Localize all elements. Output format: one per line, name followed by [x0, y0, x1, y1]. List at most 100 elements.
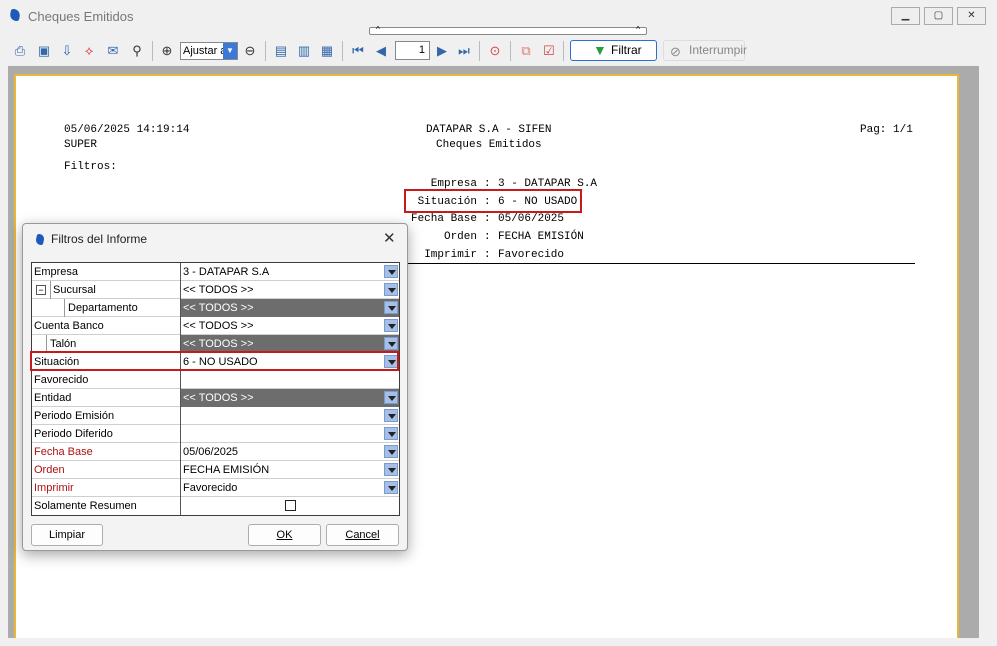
first-page-icon[interactable]: ⏮ — [349, 42, 367, 60]
filter-button[interactable]: ▼ Filtrar — [570, 40, 657, 61]
app-logo-icon — [8, 9, 22, 21]
chevron-down-icon[interactable] — [384, 445, 398, 458]
find-icon[interactable]: ⚲ — [128, 42, 146, 60]
filter-row-periodo-emision[interactable]: Periodo Emisión — [32, 407, 399, 425]
page-number-input[interactable]: 1 — [395, 41, 430, 60]
filter-row-sucursal[interactable]: − Sucursal << TODOS >> — [32, 281, 399, 299]
close-icon[interactable]: ✕ — [383, 229, 396, 247]
filter-row-orden[interactable]: Orden FECHA EMISIÓN — [32, 461, 399, 479]
filter-row-favorecido[interactable]: Favorecido — [32, 371, 399, 389]
prev-page-icon[interactable]: ◀ — [372, 42, 390, 60]
multi-page-icon[interactable]: ▦ — [318, 42, 336, 60]
filter-row-fecha-base[interactable]: Fecha Base 05/06/2025 — [32, 443, 399, 461]
filter-value[interactable]: << TODOS >> — [180, 299, 399, 317]
chevron-down-icon[interactable] — [384, 319, 398, 332]
filter-row-cuenta-banco[interactable]: Cuenta Banco << TODOS >> — [32, 317, 399, 335]
chevron-down-icon[interactable] — [384, 337, 398, 350]
param-value: 05/06/2025 — [498, 213, 565, 225]
filter-value[interactable]: 05/06/2025 — [180, 443, 399, 461]
chevron-down-icon[interactable] — [384, 481, 398, 494]
filter-label: Imprimir — [34, 482, 74, 494]
copy-report-icon[interactable]: ⧉ — [517, 42, 535, 60]
save-icon[interactable]: ▣ — [35, 42, 53, 60]
report-divider — [404, 263, 915, 264]
filter-label: Entidad — [34, 392, 72, 404]
filter-row-departamento[interactable]: Departamento << TODOS >> — [32, 299, 399, 317]
filter-label: Orden — [34, 464, 65, 476]
chevron-down-icon[interactable]: ▼ — [223, 43, 237, 59]
close-window-button[interactable]: ✕ — [957, 7, 986, 25]
filter-value[interactable]: Favorecido — [180, 479, 399, 497]
collapse-icon[interactable]: − — [36, 285, 46, 295]
report-company-header: DATAPAR S.A - SIFEN — [426, 124, 552, 136]
report-page-label: Pag: 1/1 — [860, 124, 913, 136]
filter-value[interactable]: << TODOS >> — [180, 389, 399, 407]
filter-dialog: Filtros del Informe ✕ Empresa 3 - DATAPA… — [22, 223, 408, 551]
chevron-down-icon[interactable] — [384, 391, 398, 404]
zoom-select[interactable]: Ajustar a ▼ — [180, 42, 238, 60]
filter-row-entidad[interactable]: Entidad << TODOS >> — [32, 389, 399, 407]
filter-label: Cuenta Banco — [34, 320, 104, 332]
filter-label: Empresa — [34, 266, 79, 278]
report-datetime: 05/06/2025 14:19:14 — [64, 124, 190, 136]
clear-button[interactable]: Limpiar — [31, 524, 103, 546]
filter-row-empresa[interactable]: Empresa 3 - DATAPAR S.A — [32, 263, 399, 281]
email-icon[interactable]: ✉ — [104, 42, 122, 60]
interrupt-icon: ⊘ — [670, 44, 681, 59]
param-value: FECHA EMISIÓN — [498, 231, 584, 243]
filter-value[interactable]: FECHA EMISIÓN — [180, 461, 399, 479]
stop-icon[interactable]: ⊙ — [486, 42, 504, 60]
chevron-down-icon[interactable] — [384, 463, 398, 476]
filter-grid: Empresa 3 - DATAPAR S.A − Sucursal << TO… — [31, 262, 400, 516]
pdf-icon[interactable]: ⟡ — [80, 42, 98, 60]
print-icon[interactable]: ⎙ — [11, 42, 29, 60]
filter-value[interactable] — [180, 407, 399, 425]
situacion-highlight-box — [404, 189, 582, 213]
report-filters-label: Filtros: — [64, 161, 117, 173]
settings-report-icon[interactable]: ☑ — [540, 42, 558, 60]
filter-row-periodo-diferido[interactable]: Periodo Diferido — [32, 425, 399, 443]
param-label: Orden — [443, 231, 477, 243]
filter-value[interactable]: << TODOS >> — [180, 281, 399, 299]
ok-button[interactable]: OK — [248, 524, 321, 546]
filter-funnel-icon: ▼ — [593, 42, 607, 58]
interrupt-button[interactable]: ⊘ Interrumpir — [663, 40, 747, 61]
chevron-down-icon[interactable] — [384, 283, 398, 296]
filter-row-solamente-resumen[interactable]: Solamente Resumen — [32, 497, 399, 515]
minimize-button[interactable]: ▁ — [891, 7, 920, 25]
chevron-down-icon[interactable] — [384, 427, 398, 440]
zoom-out-icon[interactable]: ⊖ — [241, 42, 259, 60]
filter-value[interactable] — [180, 371, 399, 389]
next-page-icon[interactable]: ▶ — [433, 42, 451, 60]
report-user: SUPER — [64, 139, 98, 151]
export-icon[interactable]: ⇩ — [58, 42, 76, 60]
filter-label: Favorecido — [34, 374, 89, 386]
toolbar-grip[interactable]: ^ ^ — [369, 26, 647, 35]
zoom-in-icon[interactable]: ⊕ — [158, 42, 176, 60]
chevron-down-icon[interactable] — [384, 265, 398, 278]
filter-value[interactable]: 3 - DATAPAR S.A — [180, 263, 399, 281]
param-value: Favorecido — [498, 249, 565, 261]
window-title: Cheques Emitidos — [28, 9, 134, 24]
filter-label: Periodo Diferido — [34, 428, 113, 440]
filter-row-imprimir[interactable]: Imprimir Favorecido — [32, 479, 399, 497]
vertical-scrollbar[interactable] — [979, 66, 997, 640]
chevron-down-icon[interactable] — [384, 301, 398, 314]
chevron-down-icon[interactable] — [384, 409, 398, 422]
report-title: Cheques Emitidos — [436, 139, 542, 151]
filter-label: Fecha Base — [34, 446, 93, 458]
resumen-checkbox[interactable] — [285, 500, 296, 511]
status-bar — [0, 638, 997, 646]
dialog-title: Filtros del Informe — [51, 232, 148, 246]
one-page-icon[interactable]: ▤ — [272, 42, 290, 60]
page-width-icon[interactable]: ▥ — [295, 42, 313, 60]
filter-value[interactable] — [180, 425, 399, 443]
filter-value — [180, 497, 399, 515]
param-label: Imprimir — [424, 249, 477, 261]
filter-label: Departamento — [64, 299, 138, 317]
filter-value[interactable]: << TODOS >> — [180, 317, 399, 335]
cancel-button[interactable]: Cancel — [326, 524, 399, 546]
last-page-icon[interactable]: ⏭ — [455, 42, 473, 60]
maximize-button[interactable]: ▢ — [924, 7, 953, 25]
filter-label: Solamente Resumen — [34, 500, 137, 512]
